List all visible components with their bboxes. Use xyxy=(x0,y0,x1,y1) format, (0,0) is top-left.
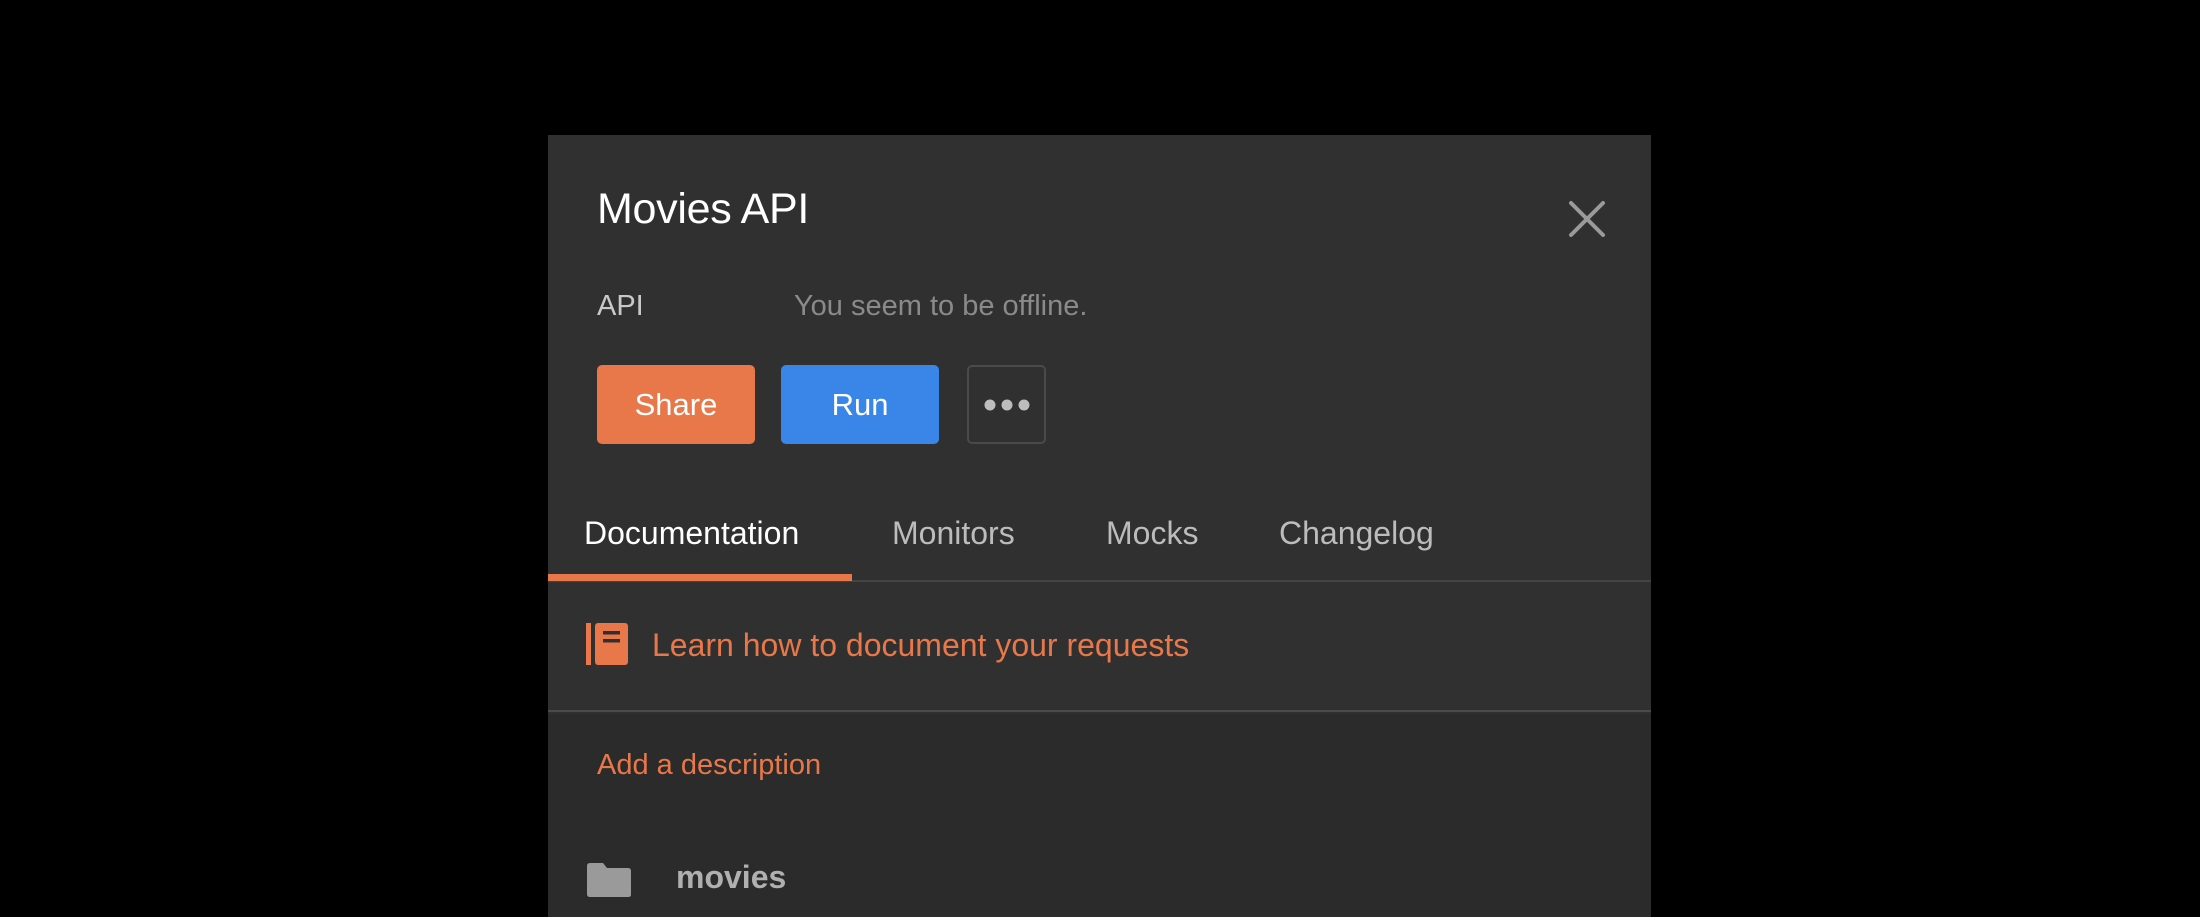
folder-item[interactable] xyxy=(585,862,633,903)
offline-status: You seem to be offline. xyxy=(794,290,1088,322)
tab-mocks[interactable]: Mocks xyxy=(1106,495,1198,580)
tab-bar: Documentation Monitors Mocks Changelog xyxy=(548,495,1651,582)
tab-documentation[interactable]: Documentation xyxy=(584,495,799,580)
close-button[interactable] xyxy=(1557,189,1617,249)
more-options-button[interactable] xyxy=(967,365,1046,444)
run-button[interactable]: Run xyxy=(781,365,939,444)
tab-monitors[interactable]: Monitors xyxy=(892,495,1015,580)
panel-title: Movies API xyxy=(597,185,810,233)
ellipsis-icon xyxy=(984,399,1029,410)
folder-icon xyxy=(587,863,631,897)
add-description-link[interactable]: Add a description xyxy=(597,749,821,782)
collection-panel: Movies API API You seem to be offline. S… xyxy=(548,135,1651,917)
close-icon xyxy=(1569,201,1605,237)
share-button[interactable]: Share xyxy=(597,365,755,444)
active-tab-indicator xyxy=(548,574,852,581)
type-label: API xyxy=(597,290,644,322)
folder-name: movies xyxy=(676,859,787,895)
tab-changelog[interactable]: Changelog xyxy=(1279,495,1434,580)
learn-documentation-link[interactable]: Learn how to document your requests xyxy=(652,627,1189,664)
learn-documentation-row: Learn how to document your requests xyxy=(548,582,1651,712)
book-icon xyxy=(585,622,629,671)
panel-header: Movies API API You seem to be offline. S… xyxy=(548,135,1651,582)
